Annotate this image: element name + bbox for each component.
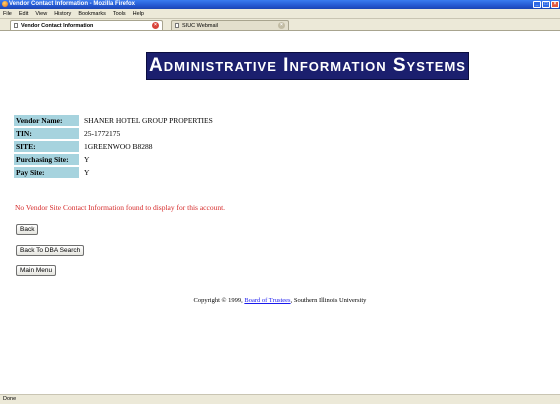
tin-value: 25-1772175: [84, 129, 121, 138]
page-icon: [175, 23, 179, 28]
minimize-button[interactable]: _: [533, 1, 541, 8]
status-bar: Done: [0, 394, 560, 404]
tab-close-icon[interactable]: ×: [152, 22, 159, 29]
tin-label: TIN:: [14, 128, 79, 139]
vendor-info-table: Vendor Name: SHANER HOTEL GROUP PROPERTI…: [14, 113, 215, 180]
back-to-dba-search-button[interactable]: Back To DBA Search: [16, 245, 85, 256]
menu-edit[interactable]: Edit: [19, 9, 28, 18]
menu-tools[interactable]: Tools: [113, 9, 126, 18]
page-icon: [14, 23, 18, 28]
copyright-suffix: , Southern Illinois University: [290, 297, 367, 304]
menu-view[interactable]: View: [35, 9, 47, 18]
maximize-button[interactable]: □: [542, 1, 550, 8]
table-row: TIN: 25-1772175: [14, 128, 215, 139]
tab-vendor-contact[interactable]: Vendor Contact Information ×: [10, 20, 163, 30]
copyright-prefix: Copyright © 1999,: [193, 297, 245, 304]
table-row: Vendor Name: SHANER HOTEL GROUP PROPERTI…: [14, 115, 215, 126]
tab-label: SIUC Webmail: [182, 23, 218, 29]
board-of-trustees-link[interactable]: Board of Trustees: [244, 297, 290, 304]
window-controls: _ □ ×: [533, 0, 559, 9]
tab-label: Vendor Contact Information: [21, 23, 94, 29]
purchasing-site-label: Purchasing Site:: [14, 154, 79, 165]
pay-site-label: Pay Site:: [14, 167, 79, 178]
vendor-name-value: SHANER HOTEL GROUP PROPERTIES: [84, 116, 213, 125]
purchasing-site-value: Y: [84, 155, 90, 164]
table-row: SITE: 1GREENWOO B8288: [14, 141, 215, 152]
table-row: Purchasing Site: Y: [14, 154, 215, 165]
vendor-name-label: Vendor Name:: [14, 115, 79, 126]
close-button[interactable]: ×: [551, 1, 559, 8]
page-banner: Administrative Information Systems: [146, 52, 469, 80]
tab-bar: Vendor Contact Information × SIUC Webmai…: [0, 19, 560, 31]
no-contact-message: No Vendor Site Contact Information found…: [15, 203, 226, 212]
menu-bookmarks[interactable]: Bookmarks: [78, 9, 106, 18]
site-label: SITE:: [14, 141, 79, 152]
main-menu-button[interactable]: Main Menu: [16, 265, 57, 276]
tab-close-icon[interactable]: ×: [278, 22, 285, 29]
status-text: Done: [3, 396, 17, 402]
page-content: Administrative Information Systems Vendo…: [0, 31, 560, 394]
back-button[interactable]: Back: [16, 224, 39, 235]
table-row: Pay Site: Y: [14, 167, 215, 178]
copyright-footer: Copyright © 1999, Board of Trustees, Sou…: [0, 297, 560, 304]
tab-siuc-webmail[interactable]: SIUC Webmail ×: [171, 20, 289, 30]
menu-history[interactable]: History: [54, 9, 71, 18]
menubar: File Edit View History Bookmarks Tools H…: [0, 9, 560, 19]
window-title: Vendor Contact Information - Mozilla Fir…: [9, 1, 136, 7]
firefox-icon: [2, 1, 8, 7]
site-value: 1GREENWOO B8288: [84, 142, 153, 151]
menu-file[interactable]: File: [3, 9, 12, 18]
pay-site-value: Y: [84, 168, 90, 177]
window-titlebar: Vendor Contact Information - Mozilla Fir…: [0, 0, 560, 9]
menu-help[interactable]: Help: [133, 9, 144, 18]
